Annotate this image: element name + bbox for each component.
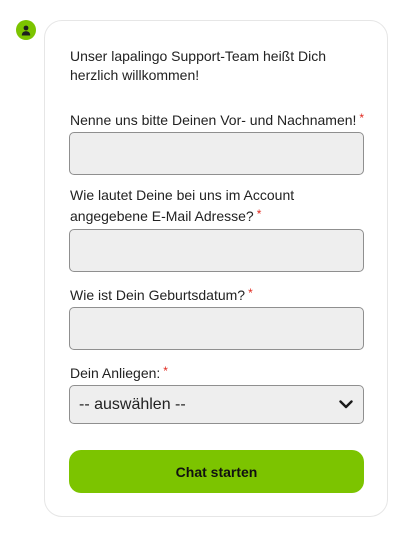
concern-select-value: -- auswählen -- — [79, 395, 186, 413]
user-icon — [21, 25, 31, 35]
required-marker: * — [256, 207, 262, 221]
concern-label: Dein Anliegen: * — [70, 362, 370, 383]
email-label: Wie lautet Deine bei uns im Account ange… — [70, 186, 370, 226]
birthdate-label-text: Wie ist Dein Geburtsdatum? — [70, 287, 246, 303]
email-input[interactable] — [69, 229, 364, 272]
start-chat-button[interactable]: Chat starten — [69, 450, 364, 493]
concern-label-text: Dein Anliegen: — [70, 365, 161, 381]
name-label-text: Nenne uns bitte Deinen Vor- und Nachname… — [70, 112, 357, 128]
chat-form-card: Unser lapalingo Support-Team heißt Dich … — [44, 20, 388, 517]
required-marker: * — [163, 364, 168, 378]
required-marker: * — [359, 111, 365, 125]
welcome-message: Unser lapalingo Support-Team heißt Dich … — [70, 48, 327, 83]
avatar — [16, 20, 36, 40]
birthdate-input[interactable] — [69, 307, 364, 350]
name-input[interactable] — [69, 132, 364, 175]
concern-select[interactable]: -- auswählen -- — [69, 385, 364, 424]
birthdate-label: Wie ist Dein Geburtsdatum? * — [70, 284, 370, 305]
name-label: Nenne uns bitte Deinen Vor- und Nachname… — [70, 109, 370, 130]
chevron-down-icon — [339, 400, 353, 409]
required-marker: * — [248, 286, 253, 300]
